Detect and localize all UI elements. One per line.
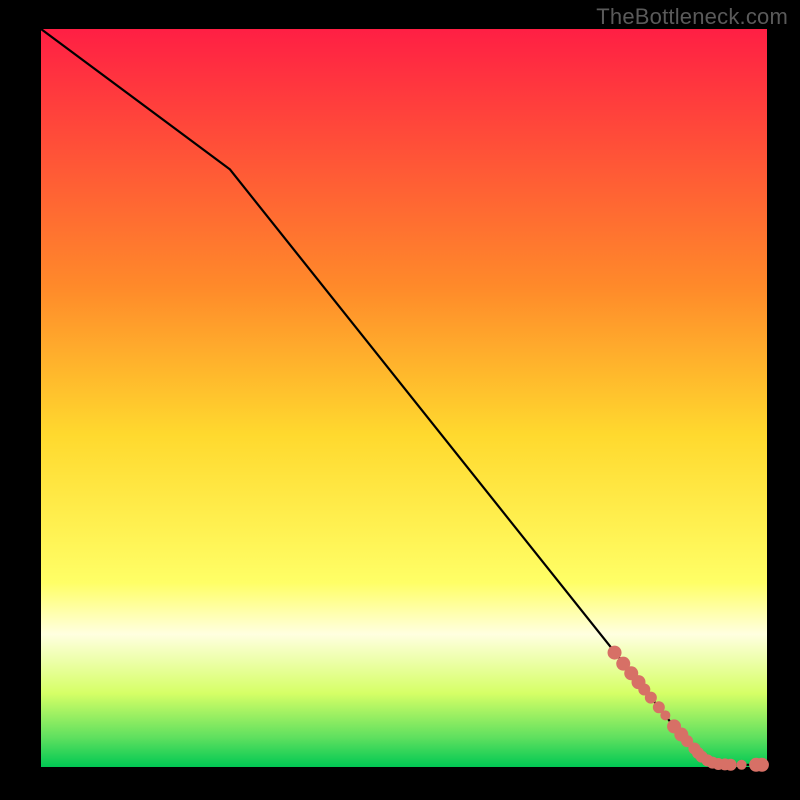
data-marker [608,646,622,660]
data-marker [737,760,747,770]
watermark-text: TheBottleneck.com [596,4,788,30]
plot-background [41,29,767,767]
chart-frame: TheBottleneck.com [0,0,800,800]
data-marker [755,758,769,772]
data-marker [725,759,737,771]
data-marker [660,710,670,720]
chart-canvas [0,0,800,800]
data-marker [645,692,657,704]
